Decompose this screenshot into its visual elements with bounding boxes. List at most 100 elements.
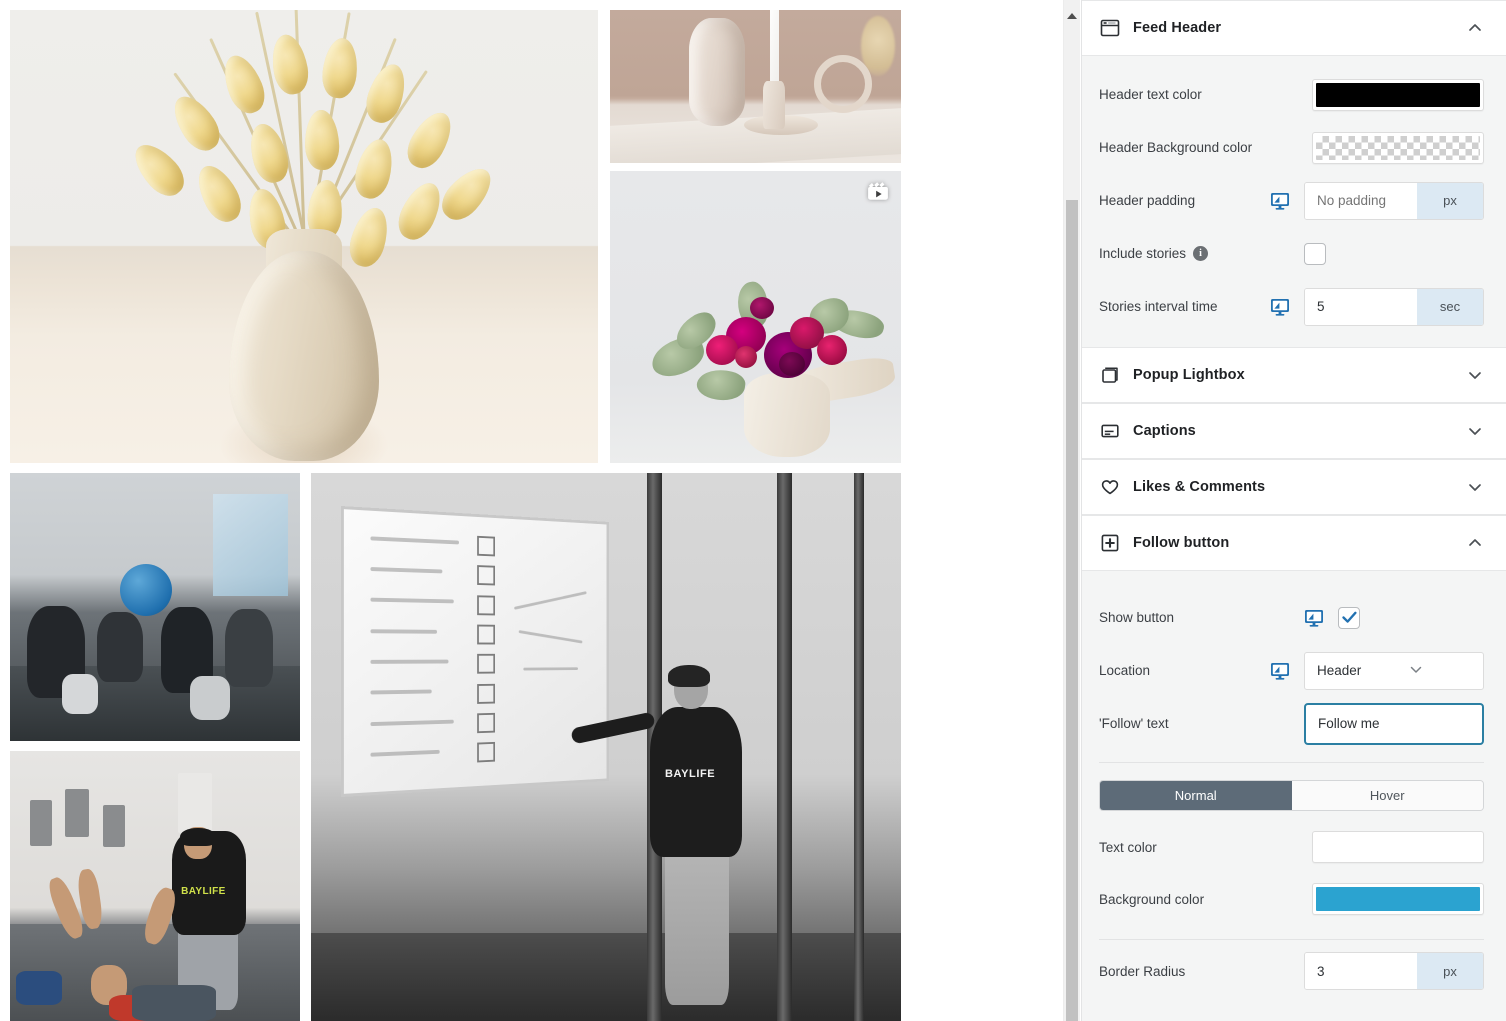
app-root: BAYLIFE BAYLIFE Feed Header Header text … [0, 0, 1506, 1021]
decor-coach-cap [667, 664, 710, 687]
decor-plume [360, 59, 412, 128]
page-scrollbar-track[interactable] [1063, 0, 1080, 1021]
decor-rack-post [853, 473, 864, 1021]
decor-whiteboard [340, 505, 609, 797]
follow-text-input[interactable] [1304, 702, 1484, 745]
decor-plume [434, 160, 500, 228]
decor-bloom [735, 346, 758, 369]
responsive-desktop-icon[interactable] [1270, 298, 1290, 316]
section-title: Captions [1133, 423, 1196, 439]
responsive-desktop-icon[interactable] [1304, 609, 1324, 627]
decor-shelf [610, 107, 901, 163]
color-swatch-blue [1316, 887, 1480, 911]
section-header-captions[interactable]: Captions [1082, 403, 1506, 459]
chevron-down-icon[interactable] [1466, 422, 1484, 440]
decor-plume [303, 109, 340, 171]
feed-tile-ceramic-candle[interactable] [610, 10, 901, 163]
setting-label: 'Follow' text [1099, 716, 1169, 731]
setting-row-follow-text-color: Text color [1099, 821, 1484, 873]
setting-row-follow-background-color: Background color [1099, 873, 1484, 925]
location-select[interactable]: Header [1304, 651, 1484, 690]
decor-plume [350, 135, 399, 203]
decor-trainer-cap [179, 827, 216, 846]
header-padding-input[interactable] [1305, 182, 1417, 219]
header-text-color-picker[interactable] [1312, 78, 1484, 111]
decor-plume [126, 136, 192, 204]
state-tab-hover[interactable]: Hover [1291, 781, 1483, 810]
setting-label: Header text color [1099, 87, 1202, 102]
feed-tile-dried-grass-vase[interactable] [10, 10, 598, 463]
follow-button-state-tabs[interactable]: Normal Hover [1099, 780, 1484, 811]
include-stories-checkbox[interactable] [1304, 242, 1326, 265]
setting-label: Show button [1099, 610, 1175, 625]
section-title: Likes & Comments [1133, 479, 1266, 495]
setting-row-include-stories: Include stories i [1099, 227, 1484, 280]
section-header-likes-comments[interactable]: Likes & Comments [1082, 459, 1506, 515]
stories-interval-unit: sec [1417, 288, 1483, 325]
decor-person-limb [62, 674, 99, 715]
setting-row-show-button: Show button [1099, 591, 1484, 644]
decor-client-body [131, 985, 216, 1021]
decor-plume [391, 176, 449, 246]
feed-settings-panel: Feed Header Header text color Header Bac [1081, 0, 1506, 1021]
feed-tile-floral-arrangement[interactable] [610, 171, 901, 463]
decor-plume [400, 105, 460, 175]
border-radius-input[interactable] [1305, 953, 1417, 989]
decor-exercise-ball [120, 564, 173, 617]
state-tab-normal[interactable]: Normal [1100, 781, 1292, 810]
checkmark-icon [1341, 611, 1357, 623]
stories-interval-input-group[interactable]: sec [1304, 287, 1484, 326]
show-button-checkbox[interactable] [1338, 606, 1360, 629]
location-select-value: Header [1317, 663, 1362, 678]
feed-tile-whiteboard-coach[interactable]: BAYLIFE [311, 473, 901, 1021]
section-header-follow-button[interactable]: Follow button [1082, 515, 1506, 571]
setting-label: Header Background color [1099, 140, 1253, 155]
decor-plume [320, 36, 361, 100]
header-padding-unit: px [1417, 182, 1483, 219]
header-background-color-picker[interactable] [1312, 131, 1484, 164]
color-swatch-transparent [1316, 135, 1480, 160]
responsive-desktop-icon[interactable] [1270, 192, 1290, 210]
decor-ceramic-vase [688, 18, 745, 127]
border-radius-unit: px [1417, 953, 1483, 989]
setting-row-header-padding: Header padding px [1099, 174, 1484, 227]
settings-divider [1099, 762, 1484, 763]
decor-plume [267, 31, 312, 97]
feed-tile-gym-stretching[interactable] [10, 473, 300, 741]
responsive-desktop-icon[interactable] [1270, 662, 1290, 680]
decor-vase-body [229, 251, 379, 461]
decor-person [97, 612, 143, 683]
decor-white-vase [743, 373, 830, 458]
setting-label: Background color [1099, 891, 1205, 907]
chevron-down-icon[interactable] [1466, 478, 1484, 496]
setting-row-follow-text: 'Follow' text [1099, 697, 1484, 750]
feed-tile-trainer-assist[interactable]: BAYLIFE [10, 751, 300, 1021]
plus-square-icon [1099, 532, 1121, 554]
header-padding-input-group[interactable]: px [1304, 181, 1484, 220]
heart-icon [1099, 476, 1121, 498]
stories-interval-input[interactable] [1305, 288, 1417, 325]
section-header-popup-lightbox[interactable]: Popup Lightbox [1082, 347, 1506, 403]
border-radius-input-group[interactable]: px [1304, 952, 1484, 990]
chevron-down-icon [1408, 661, 1471, 680]
reels-icon [868, 182, 888, 200]
scroll-up-arrow-icon[interactable] [1067, 13, 1077, 19]
decor-bloom [749, 296, 774, 319]
decor-person [224, 609, 273, 688]
color-swatch-white [1316, 835, 1480, 859]
section-header-feed-header[interactable]: Feed Header [1082, 0, 1506, 56]
decor-plume [216, 50, 271, 119]
chevron-up-icon[interactable] [1466, 534, 1484, 552]
color-swatch-black [1316, 82, 1480, 107]
decor-leaf [695, 366, 748, 403]
chevron-up-icon[interactable] [1466, 19, 1484, 37]
setting-label: Include stories i [1099, 246, 1304, 261]
follow-background-color-picker[interactable] [1312, 883, 1484, 915]
section-body-feed-header: Header text color Header Background colo… [1082, 56, 1506, 347]
setting-label: Border Radius [1099, 963, 1186, 979]
follow-text-color-picker[interactable] [1312, 831, 1484, 863]
page-scrollbar-thumb[interactable] [1066, 200, 1078, 1021]
info-icon[interactable]: i [1193, 246, 1209, 261]
chevron-down-icon[interactable] [1466, 366, 1484, 384]
decor-bloom [816, 334, 847, 365]
